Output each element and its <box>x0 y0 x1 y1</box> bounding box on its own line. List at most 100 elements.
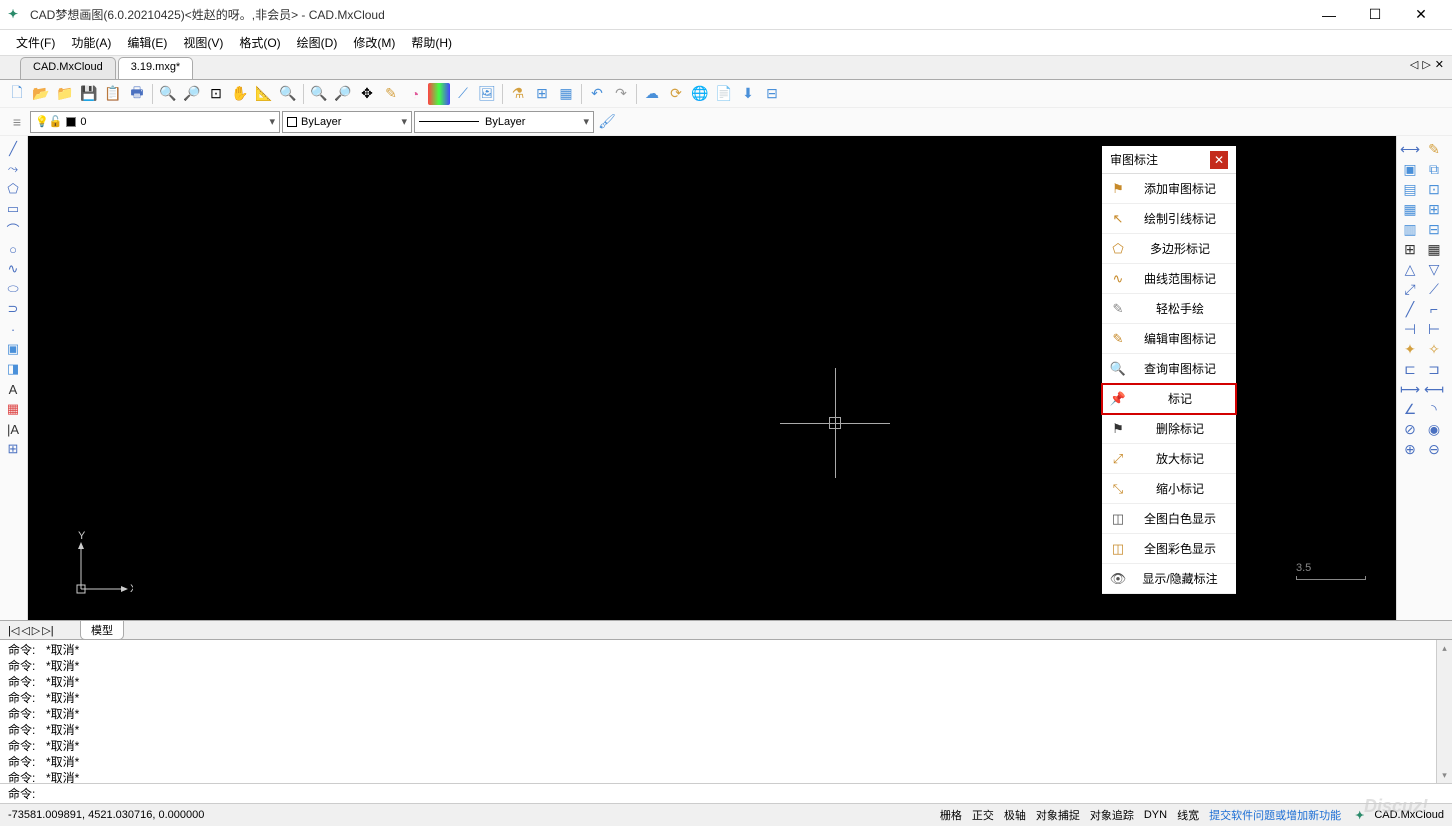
mtext-tool-icon[interactable]: |A <box>2 420 24 438</box>
menu-item-4[interactable]: 格式(O) <box>231 31 288 54</box>
move-icon[interactable]: ✥ <box>356 83 378 105</box>
more-icon[interactable]: ⊖ <box>1423 440 1445 458</box>
command-input[interactable] <box>39 787 1444 801</box>
crop-icon[interactable]: ⊏ <box>1399 360 1421 378</box>
markup-item-12[interactable]: ◫全图彩色显示 <box>1102 534 1236 564</box>
minimize-button[interactable]: — <box>1306 0 1352 30</box>
image-icon[interactable]: 🖼 <box>476 83 498 105</box>
rect-tool-icon[interactable]: ▭ <box>2 200 24 218</box>
arc-tool-icon[interactable]: ⌒ <box>2 220 24 238</box>
trim-icon[interactable]: ⤢ <box>1399 280 1421 298</box>
status-toggle-6[interactable]: 线宽 <box>1177 807 1199 823</box>
tab-close-icon[interactable]: ✕ <box>1435 58 1444 71</box>
menu-item-2[interactable]: 编辑(E) <box>119 31 175 54</box>
edit-icon[interactable]: ✎ <box>380 83 402 105</box>
explode-icon[interactable]: ✦ <box>1399 340 1421 358</box>
fillet-icon[interactable]: ⊣ <box>1399 320 1421 338</box>
diameter-icon[interactable]: ⊘ <box>1399 420 1421 438</box>
brush-icon[interactable]: 🖌 <box>596 111 618 133</box>
measure-icon[interactable]: 📐 <box>253 83 275 105</box>
open2-icon[interactable]: 📁 <box>54 83 76 105</box>
markup-item-3[interactable]: ∿曲线范围标记 <box>1102 264 1236 294</box>
crop2-icon[interactable]: ⊐ <box>1423 360 1445 378</box>
spline-tool-icon[interactable]: ∿ <box>2 260 24 278</box>
layer-manager-icon[interactable]: ≡ <box>6 111 28 133</box>
tab-next-icon[interactable]: ▷ <box>1422 58 1430 71</box>
scale-icon[interactable]: ⊟ <box>1423 220 1445 238</box>
status-toggle-3[interactable]: 对象捕捉 <box>1036 807 1080 823</box>
rotate-icon[interactable]: ⊞ <box>1423 200 1445 218</box>
markup-item-10[interactable]: ⤡缩小标记 <box>1102 474 1236 504</box>
model-nav-first-icon[interactable]: |◁ <box>8 624 19 637</box>
tab-prev-icon[interactable]: ◁ <box>1410 58 1418 71</box>
markup-close-icon[interactable]: ✕ <box>1210 151 1228 169</box>
settings-icon[interactable]: ⊟ <box>761 83 783 105</box>
menu-item-5[interactable]: 绘图(D) <box>289 31 346 54</box>
mirror-icon[interactable]: ▤ <box>1399 180 1421 198</box>
zoom-scale-icon[interactable]: 🔎 <box>332 83 354 105</box>
status-toggle-5[interactable]: DYN <box>1144 809 1167 821</box>
status-toggle-0[interactable]: 栅格 <box>940 807 962 823</box>
markup-item-6[interactable]: 🔍查询审图标记 <box>1102 354 1236 384</box>
save-icon[interactable]: 💾 <box>78 83 100 105</box>
array-icon[interactable]: ▦ <box>1399 200 1421 218</box>
undo-icon[interactable]: ↶ <box>586 83 608 105</box>
grid2-icon[interactable]: ▦ <box>1423 240 1445 258</box>
pdf-icon[interactable]: 📄 <box>713 83 735 105</box>
block-tool-icon[interactable]: ▣ <box>2 340 24 358</box>
scrollbar[interactable]: ▴ ▾ <box>1436 640 1452 783</box>
edit2-icon[interactable]: ✎ <box>1423 140 1445 158</box>
grid-tool-icon[interactable]: ⊞ <box>2 440 24 458</box>
cloud-icon[interactable]: ☁ <box>641 83 663 105</box>
markup-item-5[interactable]: ✎编辑审图标记 <box>1102 324 1236 354</box>
zoom-in-icon[interactable]: 🔍 <box>157 83 179 105</box>
markup-item-1[interactable]: ↖绘制引线标记 <box>1102 204 1236 234</box>
zoom-window-icon[interactable]: 🔍 <box>277 83 299 105</box>
text-tool-icon[interactable]: A <box>2 380 24 398</box>
close-button[interactable]: ✕ <box>1398 0 1444 30</box>
redo-icon[interactable]: ↷ <box>610 83 632 105</box>
dim-h-icon[interactable]: ⟷ <box>1399 140 1421 158</box>
markup-item-4[interactable]: ✎轻松手绘 <box>1102 294 1236 324</box>
status-toggle-4[interactable]: 对象追踪 <box>1090 807 1134 823</box>
status-toggle-1[interactable]: 正交 <box>972 807 994 823</box>
hatch-tool-icon[interactable]: ▦ <box>2 400 24 418</box>
markup-item-11[interactable]: ◫全图白色显示 <box>1102 504 1236 534</box>
ellipse-tool-icon[interactable]: ⬭ <box>2 280 24 298</box>
polyline-tool-icon[interactable]: ⤳ <box>2 160 24 178</box>
saveas-icon[interactable]: 📋 <box>102 83 124 105</box>
linetype-dropdown[interactable]: ByLayer ▾ <box>414 111 594 133</box>
maximize-button[interactable]: ☐ <box>1352 0 1398 30</box>
status-toggle-2[interactable]: 极轴 <box>1004 807 1026 823</box>
markup-item-9[interactable]: ⤢放大标记 <box>1102 444 1236 474</box>
line-tool-icon[interactable]: ╱ <box>2 140 24 158</box>
tab-cloud[interactable]: CAD.MxCloud <box>20 57 116 79</box>
leader-icon[interactable]: ◉ <box>1423 420 1445 438</box>
tool3-icon[interactable]: ▦ <box>555 83 577 105</box>
block2-tool-icon[interactable]: ◨ <box>2 360 24 378</box>
feedback-link[interactable]: 提交软件问题或增加新功能 <box>1209 807 1341 823</box>
angle-icon[interactable]: ∠ <box>1399 400 1421 418</box>
menu-item-7[interactable]: 帮助(H) <box>403 31 460 54</box>
markup-item-13[interactable]: 👁显示/隐藏标注 <box>1102 564 1236 594</box>
tool2-icon[interactable]: ⊞ <box>531 83 553 105</box>
chamfer-icon[interactable]: ⊢ <box>1423 320 1445 338</box>
markup-item-7[interactable]: 📌标记 <box>1102 384 1236 414</box>
refresh-icon[interactable]: ⟳ <box>665 83 687 105</box>
triangle2-icon[interactable]: ▽ <box>1423 260 1445 278</box>
extend-icon[interactable]: ⟋ <box>1423 280 1445 298</box>
color-icon[interactable]: ◔ <box>404 83 426 105</box>
join-icon[interactable]: ⌐ <box>1423 300 1445 318</box>
zoom-out-icon[interactable]: 🔎 <box>181 83 203 105</box>
markup-item-8[interactable]: ⚑删除标记 <box>1102 414 1236 444</box>
move2-icon[interactable]: ▥ <box>1399 220 1421 238</box>
explode2-icon[interactable]: ✧ <box>1423 340 1445 358</box>
markup-item-2[interactable]: ⬠多边形标记 <box>1102 234 1236 264</box>
triangle-icon[interactable]: △ <box>1399 260 1421 278</box>
text2-icon[interactable]: ⊕ <box>1399 440 1421 458</box>
layers-icon[interactable]: ≡ <box>428 83 450 105</box>
zoom-extent-icon[interactable]: ⊡ <box>205 83 227 105</box>
print-icon[interactable]: 🖶 <box>126 83 148 105</box>
zoom-real-icon[interactable]: 🔍 <box>308 83 330 105</box>
model-nav-prev-icon[interactable]: ◁ <box>21 624 29 637</box>
